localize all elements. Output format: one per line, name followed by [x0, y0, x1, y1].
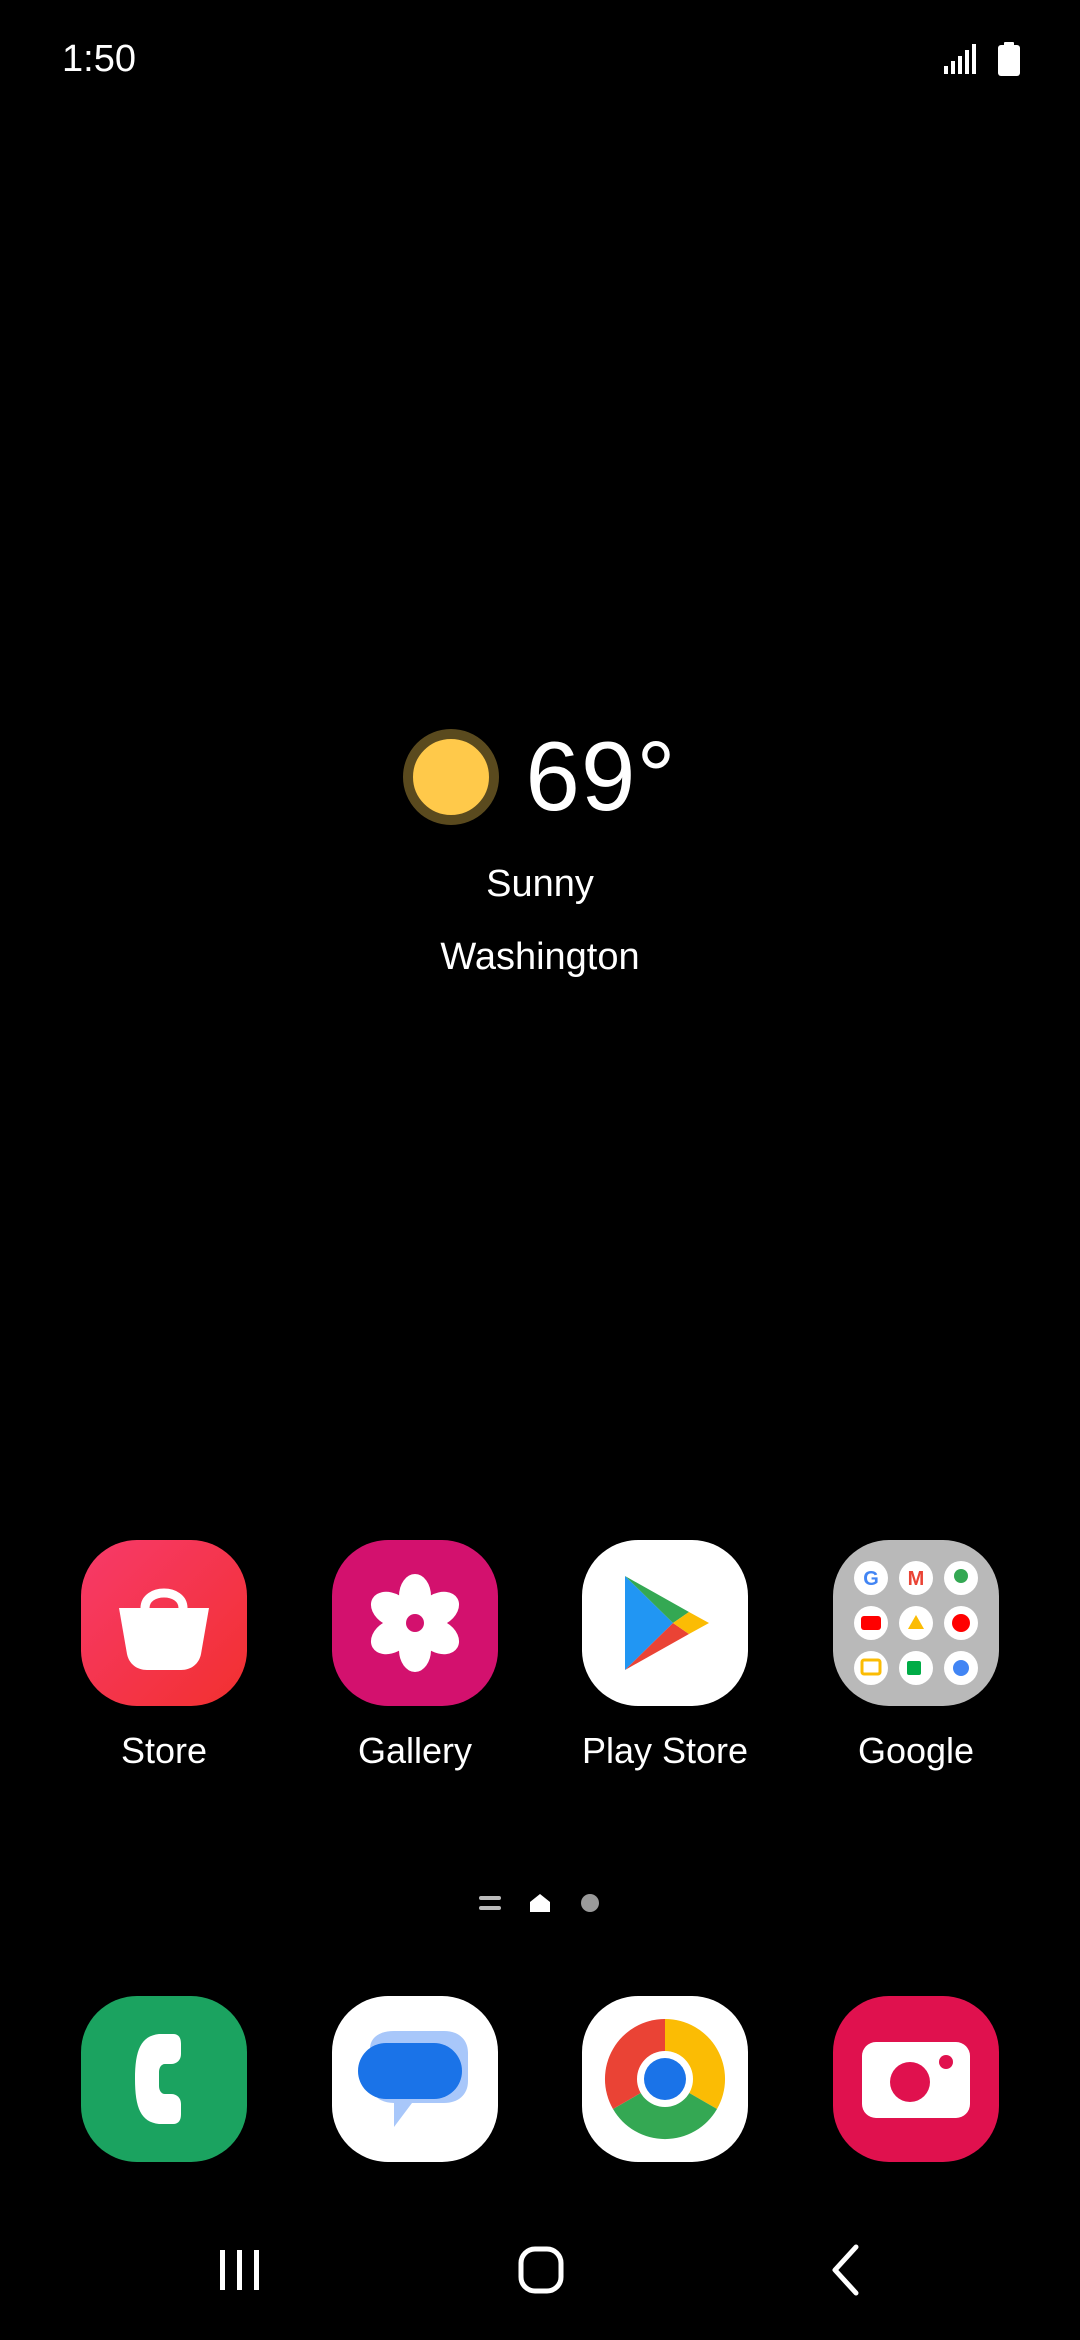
app-play-store[interactable]: Play Store — [580, 1540, 750, 1772]
sun-icon — [403, 728, 500, 825]
home-icon[interactable] — [518, 2246, 564, 2294]
page-dot-icon — [581, 1894, 599, 1912]
weather-widget[interactable]: 69° Sunny Washington — [0, 720, 1080, 979]
chrome-icon — [582, 1996, 748, 2162]
weather-temperature: 69° — [525, 721, 677, 831]
dock-chrome[interactable] — [580, 1996, 750, 2162]
page-indicator[interactable] — [0, 1892, 1080, 1914]
svg-text:G: G — [863, 1568, 879, 1590]
app-label: Store — [120, 1730, 208, 1771]
home-page-icon — [530, 1894, 550, 1912]
app-google-folder[interactable]: G M Google — [831, 1540, 1001, 1772]
back-icon[interactable] — [830, 2244, 860, 2296]
camera-icon — [833, 1996, 999, 2162]
app-label: Google — [857, 1730, 975, 1771]
google-folder-icon: G M — [833, 1540, 999, 1706]
play-store-icon — [582, 1540, 748, 1706]
navigation-bar — [0, 2230, 1080, 2310]
status-time: 1:50 — [62, 38, 136, 80]
weather-condition: Sunny — [486, 863, 594, 905]
dock-camera[interactable] — [831, 1996, 1001, 2162]
galaxy-store-icon — [81, 1540, 247, 1706]
app-label: Play Store — [581, 1730, 749, 1771]
recent-apps-icon[interactable] — [218, 2248, 262, 2292]
app-store[interactable]: Store — [79, 1540, 249, 1772]
battery-icon — [998, 42, 1020, 76]
app-label: Gallery — [357, 1730, 473, 1771]
phone-icon — [81, 1996, 247, 2162]
messages-icon — [332, 1996, 498, 2162]
weather-location: Washington — [440, 936, 640, 978]
signal-icon — [944, 44, 976, 74]
gallery-icon — [332, 1540, 498, 1706]
app-gallery[interactable]: Gallery — [330, 1540, 500, 1772]
svg-text:M: M — [908, 1568, 925, 1590]
dock-phone[interactable] — [79, 1996, 249, 2162]
status-bar: 1:50 — [0, 0, 1080, 120]
dock-messages[interactable] — [330, 1996, 500, 2162]
menu-page-icon — [479, 1896, 501, 1910]
